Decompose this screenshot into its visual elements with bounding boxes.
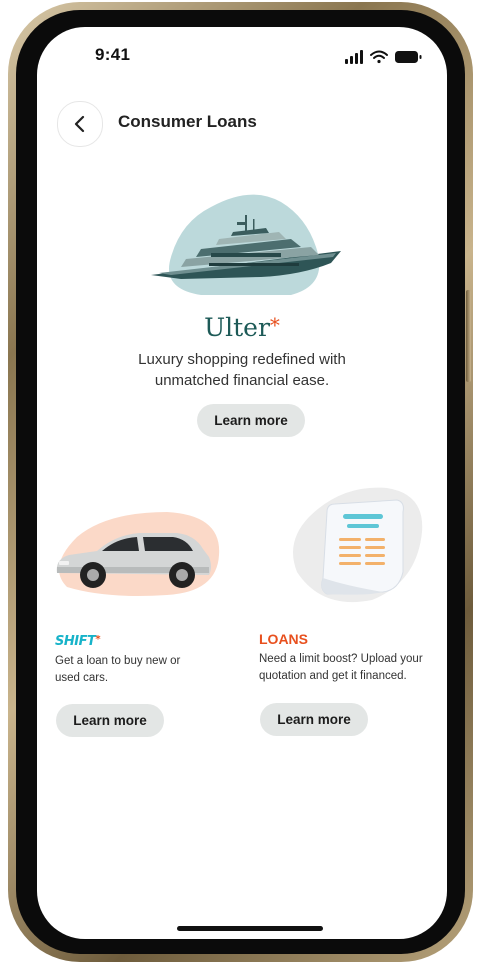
car-illustration xyxy=(56,512,220,596)
ulter-logo: Ulter* xyxy=(37,313,447,342)
back-button[interactable] xyxy=(57,101,103,147)
shift-logo: SHIFT* xyxy=(55,634,235,649)
ulter-brand-name: Ulter xyxy=(204,313,270,342)
loans-description: Need a limit boost? Upload your quotatio… xyxy=(259,653,423,682)
app-screen: 9:41 Consumer Loans Ulter* Luxury shoppi… xyxy=(37,27,447,939)
home-indicator[interactable] xyxy=(177,926,323,931)
loans-logo: LOANS xyxy=(259,631,308,647)
shift-card: SHIFT* Get a loan to buy new or used car… xyxy=(55,634,235,687)
receipt-icon xyxy=(321,499,404,595)
chevron-left-icon xyxy=(74,115,85,133)
receipt-illustration xyxy=(293,487,423,603)
status-icons xyxy=(345,50,422,64)
ulter-description: Luxury shopping redefined with unmatched… xyxy=(138,351,346,389)
battery-icon xyxy=(395,51,422,63)
status-time: 9:41 xyxy=(95,45,131,64)
shift-description: Get a loan to buy new or used cars. xyxy=(55,655,181,684)
yacht-illustration xyxy=(151,194,341,295)
wifi-icon xyxy=(370,50,388,64)
power-button xyxy=(466,290,471,382)
shift-brand-mark: * xyxy=(95,634,101,645)
shift-brand-name: SHIFT xyxy=(55,634,96,649)
loans-card: LOANS Need a limit boost? Upload your qu… xyxy=(259,631,447,685)
shift-learn-more-button[interactable]: Learn more xyxy=(56,704,164,737)
page-title: Consumer Loans xyxy=(118,112,257,131)
status-bar: 9:41 xyxy=(37,27,447,87)
page-header: Consumer Loans xyxy=(37,99,447,149)
signal-icon xyxy=(345,50,363,64)
ulter-learn-more-button[interactable]: Learn more xyxy=(197,404,305,437)
loans-learn-more-button[interactable]: Learn more xyxy=(260,703,368,736)
ulter-brand-mark: * xyxy=(269,313,280,337)
